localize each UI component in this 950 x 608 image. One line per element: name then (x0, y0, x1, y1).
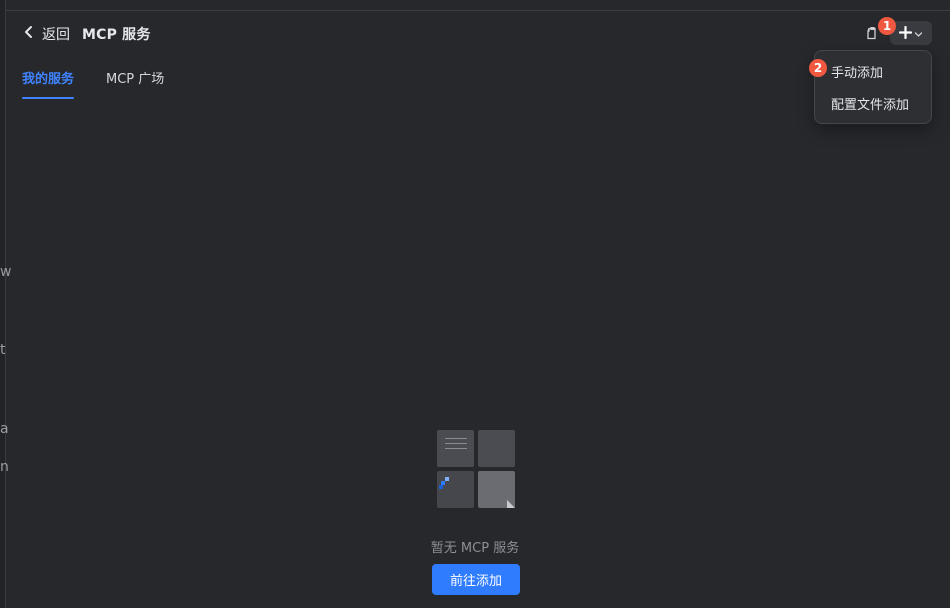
tab-bar: 我的服务 MCP 广场 (22, 68, 164, 99)
empty-state-illustration (437, 430, 515, 508)
chevron-down-icon (914, 24, 923, 43)
step-badge-1: 1 (878, 17, 896, 35)
back-button[interactable]: 返回 (22, 24, 70, 44)
step-badge-2: 2 (809, 59, 827, 77)
header-actions: 1 (864, 17, 932, 45)
plus-icon (898, 24, 913, 43)
chevron-left-icon (22, 25, 36, 43)
menu-item-config-file-add[interactable]: 配置文件添加 (831, 88, 921, 118)
left-edge-char: n (0, 459, 9, 475)
go-add-button[interactable]: 前往添加 (432, 564, 520, 595)
left-edge-char: a (0, 421, 9, 437)
page-title: MCP 服务 (82, 27, 151, 43)
menu-item-manual-add[interactable]: 手动添加 (831, 56, 921, 86)
add-button[interactable] (890, 21, 932, 45)
empty-state-message: 暂无 MCP 服务 (430, 541, 520, 556)
add-menu-wrapper: 1 (878, 17, 932, 45)
back-label: 返回 (42, 27, 70, 43)
tab-mcp-plaza[interactable]: MCP 广场 (106, 68, 164, 99)
left-panel-edge (0, 0, 6, 608)
left-edge-char: t (0, 342, 6, 358)
top-divider (5, 10, 950, 11)
tab-my-services[interactable]: 我的服务 (22, 68, 75, 99)
left-edge-char: w (0, 264, 12, 280)
page-header: 返回 MCP 服务 (22, 24, 151, 44)
add-dropdown-menu: 2 手动添加 配置文件添加 (809, 50, 932, 124)
